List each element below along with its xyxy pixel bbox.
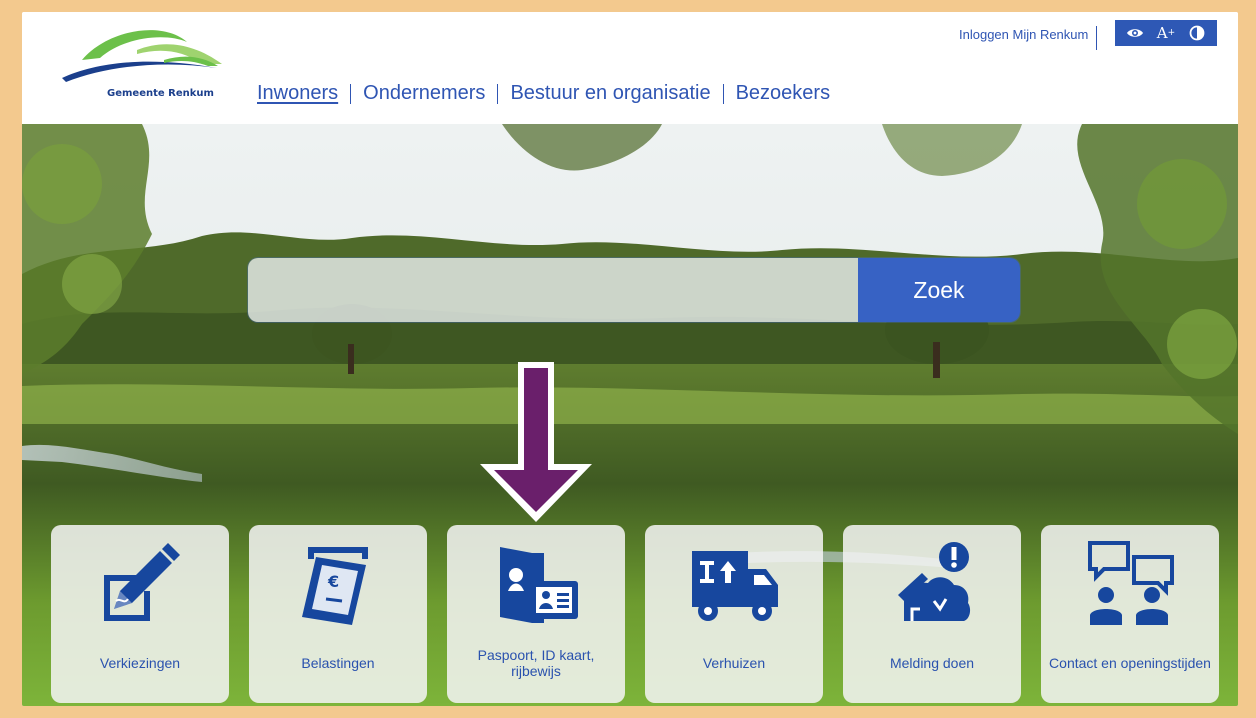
main-nav: Inwoners Ondernemers Bestuur en organisa… bbox=[257, 82, 830, 105]
tile-verhuizen[interactable]: Verhuizen bbox=[645, 525, 823, 703]
moving-truck-icon bbox=[692, 551, 778, 621]
login-link[interactable]: Inloggen Mijn Renkum bbox=[959, 26, 1098, 50]
browser-frame: Gemeente Renkum Inwoners Ondernemers Bes… bbox=[22, 12, 1238, 706]
quick-links: Verkiezingen € Belastingen Paspoort, ID … bbox=[51, 525, 1221, 703]
nav-separator bbox=[350, 83, 352, 104]
svg-text:€: € bbox=[327, 572, 339, 591]
site-logo[interactable]: Gemeente Renkum bbox=[52, 20, 232, 110]
logo-text: Gemeente Renkum bbox=[107, 88, 214, 99]
nav-separator bbox=[497, 83, 499, 104]
passport-id-icon bbox=[500, 547, 578, 623]
tile-contact[interactable]: Contact en openingstijden bbox=[1041, 525, 1219, 703]
ballot-pencil-icon bbox=[104, 543, 180, 621]
text-size-icon[interactable]: A + bbox=[1155, 23, 1177, 43]
tile-paspoort[interactable]: Paspoort, ID kaart, rijbewijs bbox=[447, 525, 625, 703]
logo-swoosh-icon bbox=[62, 30, 222, 82]
nav-separator bbox=[722, 83, 724, 104]
tile-label: Melding doen bbox=[889, 655, 975, 671]
nav-bezoekers[interactable]: Bezoekers bbox=[736, 82, 831, 105]
nav-inwoners[interactable]: Inwoners bbox=[257, 82, 338, 105]
tile-label: Paspoort, ID kaart, rijbewijs bbox=[477, 647, 595, 679]
contrast-icon[interactable] bbox=[1186, 23, 1208, 43]
tile-label: Belastingen bbox=[301, 655, 375, 671]
nav-bestuur-en-organisatie[interactable]: Bestuur en organisatie bbox=[510, 82, 710, 105]
eye-icon[interactable] bbox=[1124, 23, 1146, 43]
contact-chat-icon bbox=[1088, 541, 1174, 625]
tile-label: Contact en openingstijden bbox=[1049, 655, 1211, 671]
site-header: Gemeente Renkum Inwoners Ondernemers Bes… bbox=[22, 12, 1238, 124]
hero-landscape: Zoek Verkiezingen € Belastingen Paspoort… bbox=[22, 124, 1238, 706]
text-size-plus: + bbox=[1167, 28, 1176, 38]
annotation-arrow-icon bbox=[480, 362, 592, 522]
nav-ondernemers[interactable]: Ondernemers bbox=[363, 82, 485, 105]
tile-label: Verkiezingen bbox=[99, 655, 181, 671]
report-issue-icon bbox=[898, 542, 971, 621]
text-size-letter: A bbox=[1156, 24, 1168, 42]
tax-bill-icon: € bbox=[302, 547, 368, 625]
tile-label: Verhuizen bbox=[702, 655, 766, 671]
tile-belastingen[interactable]: € Belastingen bbox=[249, 525, 427, 703]
tile-melding-doen[interactable]: Melding doen bbox=[843, 525, 1021, 703]
tile-verkiezingen[interactable]: Verkiezingen bbox=[51, 525, 229, 703]
search-bar: Zoek bbox=[248, 258, 1020, 322]
search-button[interactable]: Zoek bbox=[858, 258, 1020, 322]
search-input[interactable] bbox=[248, 258, 858, 322]
accessibility-toolbar: A + bbox=[1115, 20, 1217, 46]
